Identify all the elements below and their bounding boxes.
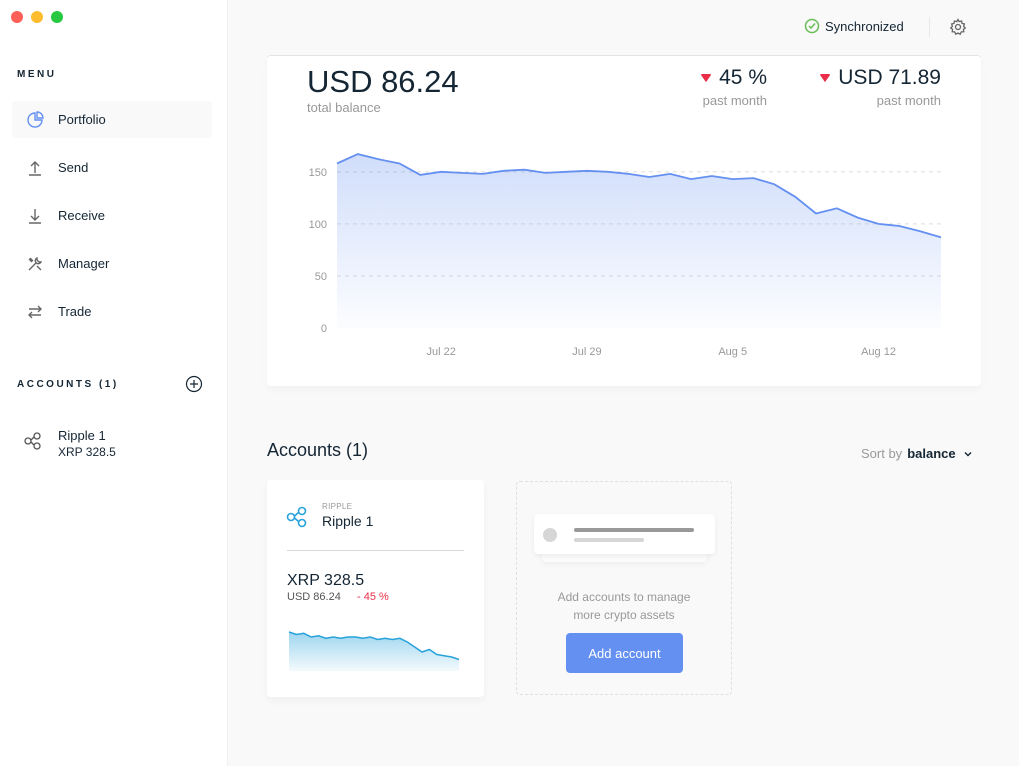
- x-tick-label: Aug 12: [861, 346, 896, 358]
- caret-down-icon: [820, 74, 831, 82]
- check-circle-icon: [804, 18, 820, 34]
- close-window-button[interactable]: [11, 11, 23, 23]
- account-card-amount: XRP 328.5: [287, 572, 365, 589]
- tools-icon: [25, 254, 45, 274]
- sidebar-item-label: Manager: [58, 256, 110, 271]
- sync-label: Synchronized: [825, 18, 904, 34]
- y-tick-label: 100: [309, 219, 327, 231]
- accounts-section-title: Accounts (1): [267, 440, 369, 460]
- sort-dropdown[interactable]: Sort by balance: [861, 446, 973, 461]
- account-balance: XRP 328.5: [58, 445, 116, 459]
- accounts-title: ACCOUNTS (1): [17, 379, 119, 390]
- x-tick-label: Aug 5: [718, 346, 747, 358]
- sidebar-item-label: Portfolio: [58, 112, 106, 127]
- sort-value: balance: [907, 446, 956, 461]
- sort-label: Sort by: [861, 446, 903, 461]
- sidebar-item-label: Send: [58, 160, 89, 175]
- sidebar: MENU Portfolio Send Receive Manager Trad…: [0, 0, 228, 766]
- total-balance: USD 86.24: [307, 64, 459, 99]
- account-currency: RIPPLE: [322, 502, 353, 511]
- settings-button[interactable]: [949, 18, 967, 36]
- download-arrow-icon: [25, 206, 45, 226]
- menu-title: MENU: [17, 69, 57, 80]
- swap-arrows-icon: [25, 302, 45, 322]
- sidebar-item-manager[interactable]: Manager: [12, 245, 212, 282]
- y-tick-label: 150: [309, 167, 327, 179]
- chevron-down-icon: [964, 451, 972, 456]
- ripple-icon: [24, 432, 44, 452]
- add-account-button[interactable]: [185, 375, 203, 393]
- change-value: USD 71.89: [838, 66, 941, 89]
- balance-card: 0 50 100 150 Jul 22 Jul 29 Aug 5 Aug 12 USD 86.…: [267, 55, 981, 386]
- placeholder-text: Add accounts to manage more crypto asset…: [557, 590, 691, 622]
- sync-status[interactable]: Synchronized: [804, 18, 904, 34]
- pie-chart-icon: [25, 110, 45, 130]
- card-divider: [287, 550, 464, 551]
- sidebar-item-label: Receive: [58, 208, 105, 223]
- upload-arrow-icon: [25, 158, 45, 178]
- change-percent-stat: 45 % past month: [687, 66, 767, 108]
- sidebar-item-label: Trade: [58, 304, 92, 319]
- y-tick-label: 0: [321, 323, 327, 335]
- sidebar-item-send[interactable]: Send: [12, 149, 212, 186]
- y-tick-label: 50: [315, 271, 327, 283]
- account-mini-chart: [288, 631, 460, 671]
- maximize-window-button[interactable]: [51, 11, 63, 23]
- sidebar-item-trade[interactable]: Trade: [12, 293, 212, 330]
- topbar-divider: [929, 17, 930, 37]
- ripple-icon: [286, 506, 307, 528]
- change-percent: 45 %: [719, 66, 767, 89]
- gear-icon: [949, 18, 967, 36]
- sidebar-account-ripple[interactable]: Ripple 1 XRP 328.5: [24, 428, 116, 459]
- add-account-placeholder: Add accounts to manage more crypto asset…: [516, 481, 732, 695]
- account-card-ripple[interactable]: RIPPLE Ripple 1 XRP 328.5 USD 86.24 - 45…: [267, 480, 484, 697]
- plus-circle-icon: [185, 375, 203, 393]
- add-account-cta-button[interactable]: Add account: [566, 633, 683, 673]
- account-card-fiat: USD 86.24: [287, 591, 341, 603]
- change-percent-label: past month: [702, 93, 767, 108]
- account-card-change: - 45 %: [357, 591, 389, 603]
- caret-down-icon: [701, 74, 712, 82]
- placeholder-card: [534, 514, 715, 554]
- x-tick-label: Jul 29: [572, 346, 601, 358]
- account-name: Ripple 1: [58, 428, 106, 443]
- sidebar-item-receive[interactable]: Receive: [12, 197, 212, 234]
- sidebar-item-portfolio[interactable]: Portfolio: [12, 101, 212, 138]
- series-area: [337, 154, 941, 328]
- change-value-stat: USD 71.89 past month: [807, 66, 941, 108]
- account-card-name: Ripple 1: [322, 513, 374, 529]
- window-controls: [11, 11, 63, 23]
- change-value-label: past month: [876, 93, 941, 108]
- x-tick-label: Jul 22: [426, 346, 455, 358]
- minimize-window-button[interactable]: [31, 11, 43, 23]
- total-balance-label: total balance: [307, 100, 381, 115]
